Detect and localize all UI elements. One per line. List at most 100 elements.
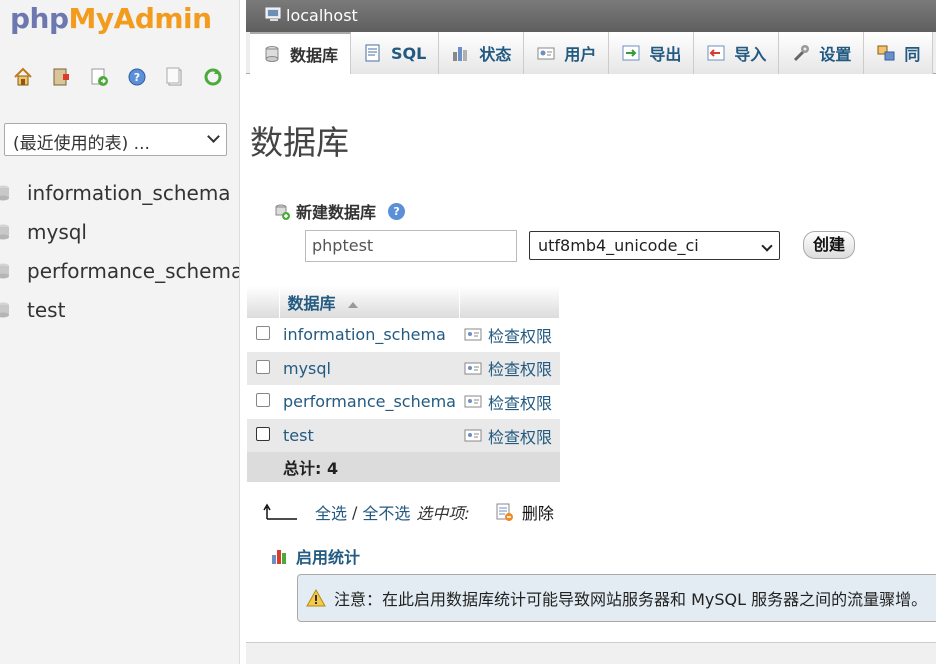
tree-item-label: performance_schema xyxy=(27,258,240,283)
tab-status[interactable]: 状态 xyxy=(439,32,525,74)
database-name-link[interactable]: test xyxy=(279,418,460,453)
privileges-icon xyxy=(464,429,482,442)
create-database-label: 新建数据库 xyxy=(296,203,377,222)
database-name-value: phptest xyxy=(312,236,374,255)
tree-item-label: information_schema xyxy=(27,181,231,206)
tree-item-performance-schema[interactable]: performance_schema xyxy=(0,252,240,291)
create-button[interactable]: 创建 xyxy=(803,231,855,259)
check-privileges-link[interactable]: 检查权限 xyxy=(464,323,556,347)
create-database-heading: 新建数据库 ? xyxy=(274,199,406,223)
sql-query-icon[interactable] xyxy=(88,66,110,88)
row-checkbox[interactable] xyxy=(256,326,270,341)
tab-import[interactable]: 导入 xyxy=(694,32,780,74)
database-table: 数据库 information_schema 检查权限 mysql 检查权限 p… xyxy=(247,286,561,483)
tab-label: SQL xyxy=(391,43,427,63)
reload-icon[interactable] xyxy=(202,66,224,88)
main-panel: localhost 数据库 SQL 状态 用户 导出 导入 设置 同 数据库 新… xyxy=(246,0,936,664)
enable-statistics-link[interactable]: 启用统计 xyxy=(270,544,360,568)
logo-php-text: php xyxy=(10,2,69,35)
help-icon[interactable]: ? xyxy=(388,202,406,220)
tree-item-label: test xyxy=(27,297,66,322)
tab-label: 导入 xyxy=(734,45,767,64)
users-icon xyxy=(537,47,555,60)
import-icon xyxy=(707,45,725,61)
new-database-icon xyxy=(275,204,290,220)
check-privileges-link[interactable]: 检查权限 xyxy=(464,424,556,448)
database-name-input[interactable]: phptest xyxy=(305,230,517,262)
check-privileges-label: 检查权限 xyxy=(487,393,552,413)
database-icon xyxy=(0,302,9,318)
action-column-header xyxy=(459,286,561,318)
docs-icon[interactable] xyxy=(164,66,186,88)
console-bar xyxy=(246,642,936,664)
tab-label: 设置 xyxy=(819,45,852,64)
navigation-panel: phpMyAdmin ? (最近使用的表) ... information_sc… xyxy=(0,0,240,664)
logo-my-text: My xyxy=(68,2,115,35)
database-tree: information_schema mysql performance_sch… xyxy=(0,174,240,329)
row-checkbox[interactable] xyxy=(256,393,270,408)
tab-label: 数据库 xyxy=(290,46,339,65)
tab-export[interactable]: 导出 xyxy=(609,32,695,74)
exit-icon[interactable] xyxy=(50,66,72,88)
recent-tables-select[interactable]: (最近使用的表) ... xyxy=(4,123,227,156)
tab-databases[interactable]: 数据库 xyxy=(250,32,352,74)
nav-icon-bar: ? xyxy=(12,66,239,88)
tab-sql[interactable]: SQL xyxy=(351,32,440,74)
drop-label: 删除 xyxy=(521,504,554,523)
drop-icon xyxy=(496,503,513,521)
check-privileges-label: 检查权限 xyxy=(487,326,552,346)
top-tabs: 数据库 SQL 状态 用户 导出 导入 设置 同 xyxy=(246,32,936,74)
tab-users[interactable]: 用户 xyxy=(524,32,610,74)
check-privileges-link[interactable]: 检查权限 xyxy=(464,356,556,380)
tab-label: 导出 xyxy=(649,45,682,64)
notice-text: 注意：在此启用数据库统计可能导致网站服务器和 MySQL 服务器之间的流量骤增。 xyxy=(334,590,928,609)
tab-settings[interactable]: 设置 xyxy=(779,32,865,74)
phpmyadmin-logo[interactable]: phpMyAdmin xyxy=(10,2,212,35)
tree-item-information-schema[interactable]: information_schema xyxy=(0,174,239,213)
privileges-icon xyxy=(464,362,482,375)
row-checkbox[interactable] xyxy=(256,427,270,442)
tree-item-mysql[interactable]: mysql xyxy=(0,213,239,252)
database-name-link[interactable]: information_schema xyxy=(279,318,460,352)
database-icon xyxy=(0,263,9,279)
server-icon xyxy=(265,7,281,21)
docs-help-icon[interactable]: ? xyxy=(126,66,148,88)
logo-admin-text: Admin xyxy=(113,2,212,35)
database-icon xyxy=(265,46,279,62)
tab-label: 同 xyxy=(904,45,921,64)
total-count: 总计: 4 xyxy=(279,452,460,483)
notice-box: 注意：在此启用数据库统计可能导致网站服务器和 MySQL 服务器之间的流量骤增。 xyxy=(297,574,936,622)
chevron-down-icon xyxy=(207,130,220,143)
privileges-icon xyxy=(464,395,482,408)
total-row: 总计: 4 xyxy=(247,452,560,483)
statistics-icon xyxy=(272,550,286,564)
replication-icon xyxy=(877,45,895,61)
check-privileges-link[interactable]: 检查权限 xyxy=(464,390,556,414)
check-all-link[interactable]: 全选 xyxy=(315,500,347,524)
recent-tables-value: (最近使用的表) ... xyxy=(13,134,150,154)
uncheck-all-link[interactable]: 全不选 xyxy=(362,500,410,524)
enable-statistics-label: 启用统计 xyxy=(296,548,361,567)
database-name-link[interactable]: performance_schema xyxy=(279,385,460,419)
server-breadcrumb: localhost xyxy=(246,0,936,32)
export-icon xyxy=(622,45,640,61)
database-icon xyxy=(0,185,9,201)
status-icon xyxy=(453,47,468,61)
tree-item-test[interactable]: test xyxy=(0,290,239,329)
drop-button[interactable]: 删除 xyxy=(494,500,554,524)
collation-select[interactable]: utf8mb4_unicode_ci xyxy=(529,231,780,260)
database-name-link[interactable]: mysql xyxy=(279,351,460,386)
sort-ascending-icon xyxy=(347,301,358,308)
database-icon xyxy=(0,224,9,240)
row-checkbox[interactable] xyxy=(256,359,270,374)
check-privileges-label: 检查权限 xyxy=(487,427,552,447)
database-column-header[interactable]: 数据库 xyxy=(279,286,461,318)
tab-replication[interactable]: 同 xyxy=(864,32,934,74)
home-icon[interactable] xyxy=(12,66,34,88)
server-link[interactable]: localhost xyxy=(286,6,358,25)
collation-value: utf8mb4_unicode_ci xyxy=(538,236,699,255)
select-column-header xyxy=(247,286,280,318)
svg-text:?: ? xyxy=(134,71,140,84)
privileges-icon xyxy=(464,328,482,341)
table-row: mysql 检查权限 xyxy=(247,351,560,386)
